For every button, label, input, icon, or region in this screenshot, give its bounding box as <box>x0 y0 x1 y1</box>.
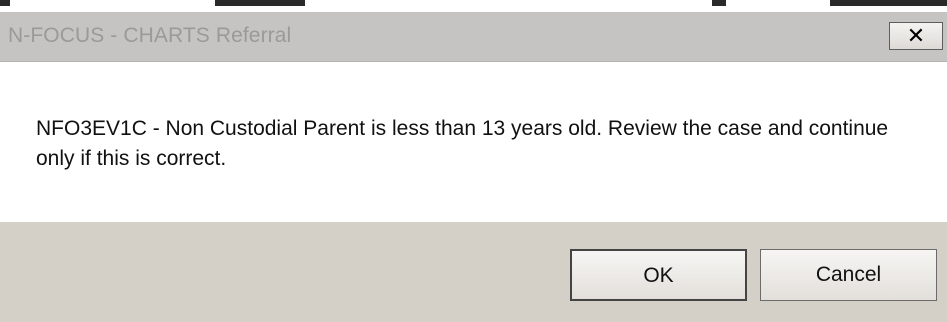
cancel-button[interactable]: Cancel <box>760 249 937 301</box>
remnant-mark <box>830 0 947 6</box>
close-icon: ✕ <box>906 23 926 48</box>
message-area: NFO3EV1C - Non Custodial Parent is less … <box>0 62 947 222</box>
title-bar[interactable]: N-FOCUS - CHARTS Referral ✕ <box>0 12 947 62</box>
referral-dialog: N-FOCUS - CHARTS Referral ✕ NFO3EV1C - N… <box>0 12 947 322</box>
remnant-mark <box>215 0 305 6</box>
remnant-mark <box>0 0 10 6</box>
background-window-remnant <box>0 0 947 12</box>
dialog-title: N-FOCUS - CHARTS Referral <box>8 24 292 47</box>
remnant-mark <box>712 0 726 6</box>
ok-button[interactable]: OK <box>570 249 747 301</box>
dialog-message: NFO3EV1C - Non Custodial Parent is less … <box>36 117 889 170</box>
button-bar: OK Cancel <box>0 222 947 322</box>
close-button[interactable]: ✕ <box>889 22 943 50</box>
